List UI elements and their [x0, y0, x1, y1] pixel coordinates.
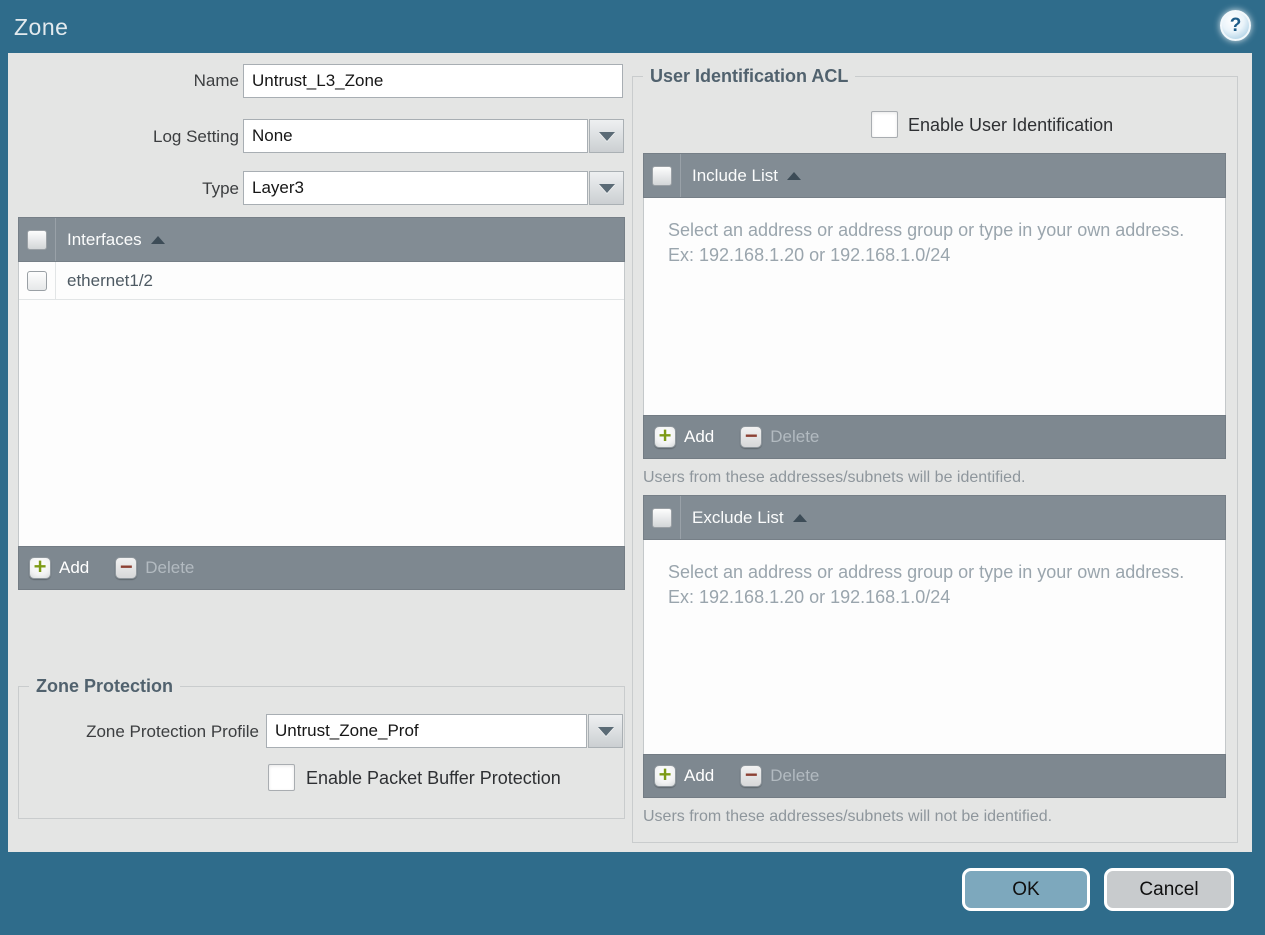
type-combo	[243, 171, 624, 205]
log-setting-combo	[243, 119, 624, 153]
interfaces-select-all-checkbox[interactable]	[27, 229, 47, 250]
interfaces-column-header[interactable]: Interfaces	[67, 230, 142, 250]
zone-protection-profile-label: Zone Protection Profile	[86, 722, 259, 741]
packet-buffer-protection-checkbox[interactable]	[268, 764, 295, 791]
type-input[interactable]	[243, 171, 588, 205]
interfaces-table-body: ethernet1/2	[18, 262, 625, 546]
chevron-down-icon	[597, 726, 614, 736]
row-checkbox-cell	[19, 262, 56, 299]
exclude-select-all-checkbox[interactable]	[652, 507, 672, 528]
exclude-select-all-cell	[644, 496, 681, 539]
add-button[interactable]: + Add	[654, 764, 714, 787]
dialog-body: Name Log Setting Type Interfaces	[8, 53, 1252, 852]
add-icon: +	[654, 425, 676, 448]
zone-protection-legend: Zone Protection	[29, 676, 181, 697]
delete-button[interactable]: − Delete	[740, 424, 819, 448]
log-setting-label: Log Setting	[152, 127, 239, 146]
enable-user-identification-label: Enable User Identification	[908, 115, 1114, 135]
include-list-body[interactable]: Select an address or address group or ty…	[643, 198, 1226, 415]
chevron-down-icon	[598, 131, 615, 141]
interfaces-toolbar: + Add − Delete	[18, 546, 625, 590]
add-icon: +	[29, 556, 51, 579]
user-identification-group: User Identification ACL Enable User Iden…	[632, 66, 1238, 843]
help-icon[interactable]: ?	[1220, 10, 1251, 41]
exclude-list-placeholder: Select an address or address group or ty…	[668, 562, 1185, 607]
add-button[interactable]: + Add	[29, 556, 89, 579]
type-label: Type	[202, 179, 239, 198]
sort-ascending-icon[interactable]	[150, 235, 165, 244]
zone-protection-profile-dropdown-button[interactable]	[588, 714, 623, 748]
log-setting-dropdown-button[interactable]	[589, 119, 624, 153]
delete-button[interactable]: − Delete	[115, 555, 194, 579]
user-identification-legend: User Identification ACL	[643, 66, 856, 87]
include-list-header: Include List	[643, 153, 1226, 198]
dialog-titlebar: Zone ?	[0, 0, 1265, 53]
exclude-list-column-header[interactable]: Exclude List	[692, 508, 784, 528]
enable-user-identification-checkbox[interactable]	[871, 111, 898, 138]
delete-icon: −	[115, 555, 138, 579]
include-list-column-header[interactable]: Include List	[692, 166, 778, 186]
type-dropdown-button[interactable]	[589, 171, 624, 205]
name-label: Name	[193, 71, 239, 90]
chevron-down-icon	[598, 183, 615, 193]
exclude-list-header: Exclude List	[643, 495, 1226, 540]
include-list-toolbar: + Add − Delete	[643, 415, 1226, 459]
ok-button[interactable]: OK	[962, 868, 1090, 911]
table-row[interactable]: ethernet1/2	[19, 262, 624, 300]
include-select-all-cell	[644, 154, 681, 197]
exclude-list-helper-text: Users from these addresses/subnets will …	[643, 808, 1053, 825]
interfaces-select-all-cell	[19, 218, 56, 261]
zone-protection-profile-input[interactable]	[266, 714, 587, 748]
zone-dialog: Zone ? Name Log Setting Type Interfaces	[0, 0, 1265, 935]
zone-protection-group: Zone Protection Zone Protection Profile …	[18, 676, 625, 819]
delete-icon: −	[740, 763, 763, 787]
include-select-all-checkbox[interactable]	[652, 165, 672, 186]
dialog-title: Zone	[14, 14, 69, 40]
include-list-helper-text: Users from these addresses/subnets will …	[643, 469, 1026, 486]
interfaces-table-header: Interfaces	[18, 217, 625, 262]
sort-ascending-icon[interactable]	[787, 171, 801, 180]
packet-buffer-protection-label: Enable Packet Buffer Protection	[306, 768, 561, 788]
add-button[interactable]: + Add	[654, 425, 714, 448]
include-list-placeholder: Select an address or address group or ty…	[668, 220, 1185, 265]
log-setting-input[interactable]	[243, 119, 588, 153]
cancel-button[interactable]: Cancel	[1104, 868, 1234, 911]
zone-protection-profile-combo	[266, 714, 623, 748]
row-checkbox[interactable]	[27, 270, 47, 291]
exclude-list-body[interactable]: Select an address or address group or ty…	[643, 540, 1226, 754]
interface-name: ethernet1/2	[67, 270, 154, 290]
delete-icon: −	[740, 424, 763, 448]
add-icon: +	[654, 764, 676, 787]
sort-ascending-icon[interactable]	[792, 513, 807, 522]
exclude-list-toolbar: + Add − Delete	[643, 754, 1226, 798]
name-input[interactable]	[243, 64, 623, 98]
delete-button[interactable]: − Delete	[740, 763, 819, 787]
